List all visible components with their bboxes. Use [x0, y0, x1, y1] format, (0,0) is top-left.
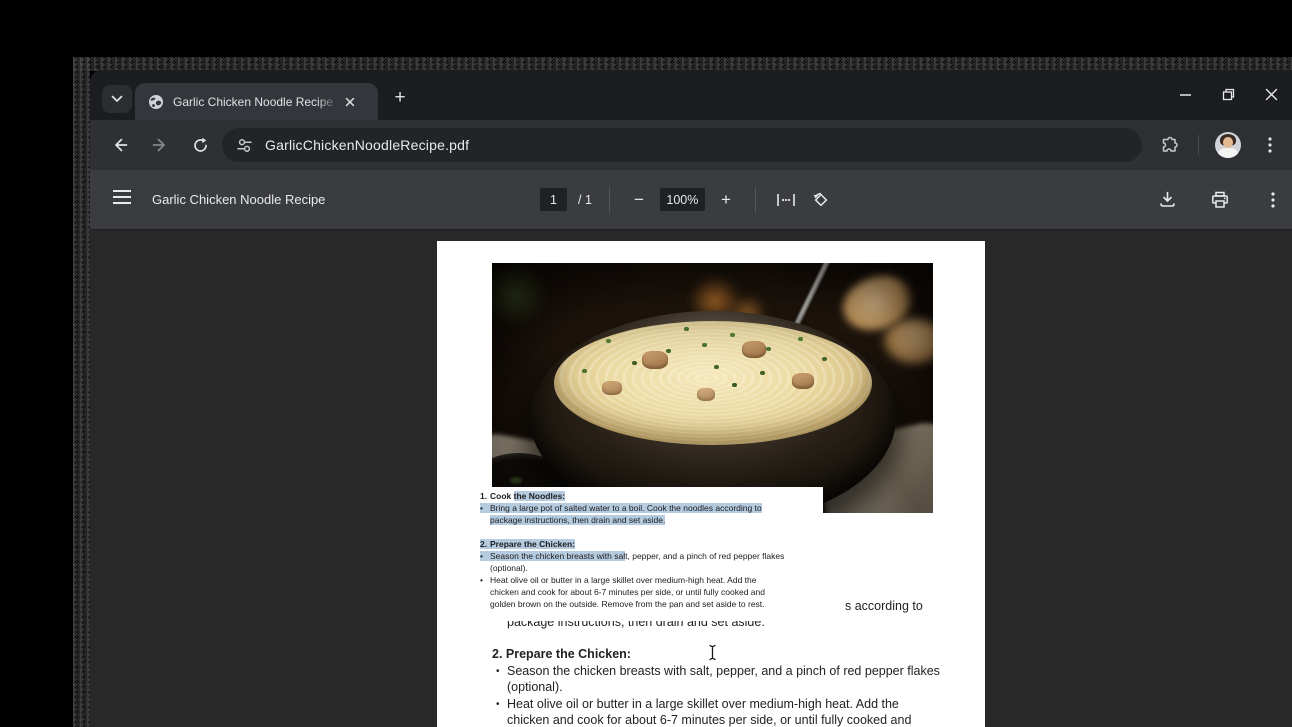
profile-avatar[interactable]	[1215, 132, 1241, 158]
download-button[interactable]	[1154, 187, 1180, 213]
tab-search-button[interactable]	[102, 85, 132, 113]
pdf-action-buttons	[1154, 170, 1286, 229]
pdf-page-zoom-controls: 1 / 1 − 100% +	[540, 170, 834, 229]
doc-step2-bullet1: •Season the chicken breasts with salt, p…	[496, 663, 940, 680]
tab-title: Garlic Chicken Noodle Recipe	[173, 95, 339, 109]
puzzle-icon	[1161, 136, 1180, 155]
screen-noise-border-left	[73, 57, 90, 727]
overlay-step-2-bullet2-wrap: chicken and cook for about 6-7 minutes p…	[480, 586, 823, 598]
pdf-page: 1.Cook the Noodles: •Bring a large pot o…	[437, 241, 985, 727]
doc-occluded-line-fragment: s according to	[845, 598, 923, 614]
back-button[interactable]	[108, 133, 132, 157]
browser-menu-button[interactable]	[1258, 133, 1282, 157]
hamburger-icon	[112, 189, 132, 205]
overlay-step-2-bullet-wrap: (optional).	[480, 562, 823, 574]
address-text: GarlicChickenNoodleRecipe.pdf	[265, 137, 469, 153]
forward-arrow-icon	[151, 136, 169, 154]
drag-selection-preview: 1.Cook the Noodles: •Bring a large pot o…	[477, 487, 823, 621]
print-button[interactable]	[1207, 187, 1233, 213]
overlay-paragraph-gap	[480, 526, 823, 538]
close-window-icon[interactable]	[1265, 88, 1278, 101]
address-bar[interactable]: GarlicChickenNoodleRecipe.pdf	[222, 128, 1142, 162]
avatar-shirt	[1218, 148, 1238, 158]
pdf-menu-button[interactable]	[112, 189, 132, 205]
overlay-step-1-bullet-wrap: package instructions, then drain and set…	[480, 514, 823, 526]
print-icon	[1211, 191, 1229, 209]
page-count-label: / 1	[578, 193, 592, 207]
overlay-step-2-bullet2-wrap2: golden brown on the outside. Remove from…	[480, 598, 823, 610]
tab-strip: Garlic Chicken Noodle Recipe +	[90, 70, 1292, 120]
site-settings-tune-icon[interactable]	[236, 137, 253, 154]
restore-window-icon[interactable]	[1222, 88, 1235, 101]
pdf-toolbar: Garlic Chicken Noodle Recipe 1 / 1 − 100…	[90, 170, 1292, 229]
globe-favicon-icon	[148, 94, 164, 110]
zoom-in-button[interactable]: +	[714, 188, 738, 212]
pdf-more-button[interactable]	[1260, 187, 1286, 213]
doc-step2-bullet2: •Heat olive oil or butter in a large ski…	[496, 696, 899, 713]
pdf-toolbar-separator	[609, 187, 610, 213]
new-tab-button[interactable]: +	[386, 84, 414, 112]
zoom-level-input[interactable]: 100%	[660, 188, 705, 211]
text-cursor-ibeam	[707, 644, 718, 661]
fit-to-width-button[interactable]	[773, 187, 799, 213]
doc-step2-bullet1-wrap: (optional).	[507, 679, 563, 695]
fit-width-icon	[777, 194, 795, 206]
download-icon	[1159, 191, 1176, 208]
pdf-document-title: Garlic Chicken Noodle Recipe	[152, 192, 325, 207]
overlay-step-2-heading: 2.Prepare the Chicken:	[480, 538, 823, 550]
doc-step2-heading: 2. Prepare the Chicken:	[492, 646, 631, 662]
browser-window: Garlic Chicken Noodle Recipe +	[90, 70, 1292, 727]
zoom-out-button[interactable]: −	[627, 188, 651, 212]
avatar-face	[1223, 137, 1233, 148]
forward-button[interactable]	[148, 133, 172, 157]
screen-noise-border-top	[73, 57, 1292, 71]
plus-icon: +	[394, 87, 405, 109]
rotate-button[interactable]	[808, 187, 834, 213]
pdf-toolbar-separator	[755, 187, 756, 213]
back-arrow-icon	[111, 136, 129, 154]
doc-step2-bullet2-wrap: chicken and cook for about 6-7 minutes p…	[507, 712, 911, 727]
reload-button[interactable]	[188, 133, 212, 157]
recipe-photo	[492, 263, 933, 513]
tab-close-button[interactable]	[341, 93, 359, 111]
photo-vignette	[492, 263, 933, 513]
tab-title-fade	[317, 95, 339, 109]
window-controls	[1179, 88, 1278, 101]
tab-garlic-chicken-noodle-recipe[interactable]: Garlic Chicken Noodle Recipe	[135, 83, 378, 120]
reload-icon	[192, 137, 209, 154]
minimize-icon[interactable]	[1179, 88, 1192, 101]
chevron-down-icon	[111, 95, 123, 103]
close-icon	[345, 97, 355, 107]
stage: Garlic Chicken Noodle Recipe +	[0, 0, 1292, 727]
pdf-viewport[interactable]: 1.Cook the Noodles: •Bring a large pot o…	[90, 229, 1292, 727]
minus-icon: −	[634, 190, 644, 210]
browser-toolbar: GarlicChickenNoodleRecipe.pdf	[90, 120, 1292, 170]
toolbar-separator	[1198, 135, 1199, 155]
rotate-counterclockwise-icon	[812, 191, 830, 209]
overlay-step-2-bullet2: •Heat olive oil or butter in a large ski…	[480, 574, 823, 586]
page-number-input[interactable]: 1	[540, 188, 567, 211]
three-dot-menu-icon	[1271, 192, 1275, 208]
three-dot-menu-icon	[1268, 137, 1272, 153]
overlay-step-1-bullet: •Bring a large pot of salted water to a …	[480, 502, 823, 514]
overlay-step-1-heading: 1.Cook the Noodles:	[480, 490, 823, 502]
overlay-step-2-bullet: •Season the chicken breasts with salt, p…	[480, 550, 823, 562]
plus-icon: +	[721, 190, 731, 210]
extensions-button[interactable]	[1158, 133, 1182, 157]
